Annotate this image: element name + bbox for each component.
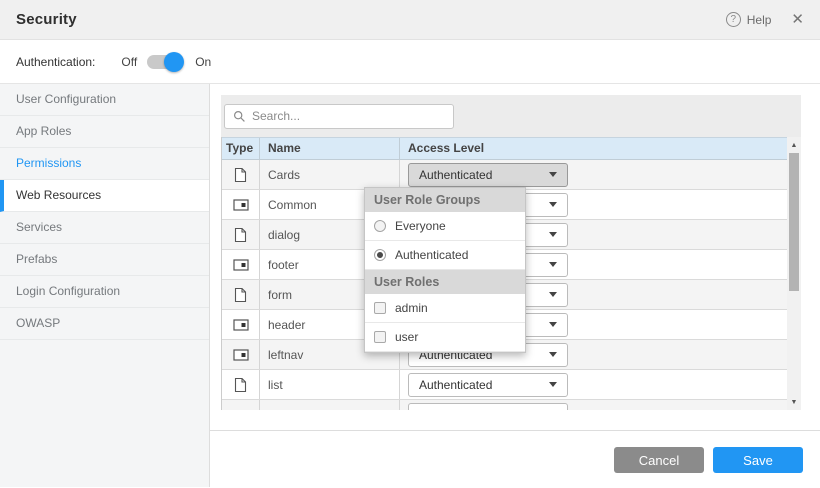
authentication-bar: Authentication: Off On: [0, 40, 820, 84]
sidebar-item-label: User Configuration: [16, 92, 116, 106]
access-level-select[interactable]: [408, 403, 568, 411]
column-header-access-level: Access Level: [400, 138, 787, 159]
sidebar-item-label: Web Resources: [16, 188, 101, 202]
access-level-select[interactable]: Authenticated: [408, 163, 568, 187]
column-header-name: Name: [260, 138, 400, 159]
chevron-down-icon: [549, 172, 557, 177]
scroll-down-button[interactable]: ▼: [787, 395, 801, 409]
question-circle-icon: ?: [726, 12, 741, 27]
sidebar-item-label: OWASP: [16, 316, 60, 330]
partial-page-icon: [233, 349, 249, 361]
resource-name: Cards: [260, 160, 400, 189]
chevron-down-icon: [549, 352, 557, 357]
cancel-button[interactable]: Cancel: [614, 447, 704, 473]
help-button[interactable]: ? Help: [726, 12, 772, 27]
sidebar-item-user-configuration[interactable]: User Configuration: [0, 84, 209, 116]
user-role-option[interactable]: admin: [365, 294, 525, 323]
authentication-toggle[interactable]: [147, 55, 181, 69]
role-options: admin user: [365, 294, 525, 352]
table-header-row: Type Name Access Level: [222, 137, 787, 160]
option-label: Everyone: [395, 219, 446, 233]
table-row: list Authenticated: [222, 370, 787, 400]
toggle-on-label: On: [195, 55, 211, 69]
partial-page-icon: [233, 259, 249, 271]
table-row: [222, 400, 787, 410]
checkbox-icon: [374, 331, 386, 343]
option-label: admin: [395, 301, 428, 315]
vertical-scrollbar[interactable]: ▲ ▼: [787, 137, 801, 410]
main-content: Type Name Access Level Cards Authenticat…: [210, 84, 820, 487]
chevron-down-icon: [549, 202, 557, 207]
authentication-label: Authentication:: [16, 55, 95, 69]
title-bar: Security ? Help ✕: [0, 0, 820, 40]
sidebar-item-permissions[interactable]: Permissions: [0, 148, 209, 180]
save-button[interactable]: Save: [713, 447, 803, 473]
footer-buttons: Cancel Save: [614, 447, 803, 473]
role-group-option[interactable]: Everyone: [365, 212, 525, 241]
page-icon: [234, 227, 247, 243]
sidebar-item-label: Prefabs: [16, 252, 57, 266]
sidebar-item-label: App Roles: [16, 124, 71, 138]
page-icon: [234, 167, 247, 183]
content-panel: Type Name Access Level Cards Authenticat…: [221, 95, 801, 410]
chevron-down-icon: [549, 262, 557, 267]
chevron-down-icon: [549, 292, 557, 297]
option-label: user: [395, 330, 418, 344]
scroll-up-button[interactable]: ▲: [787, 138, 801, 152]
access-level-dropdown-popup: User Role Groups Everyone Authenticated …: [364, 187, 526, 353]
footer-divider: [210, 430, 820, 431]
user-role-option[interactable]: user: [365, 323, 525, 352]
sidebar-item-app-roles[interactable]: App Roles: [0, 116, 209, 148]
page-icon: [234, 287, 247, 303]
sidebar-item-label: Services: [16, 220, 62, 234]
group-options: Everyone Authenticated: [365, 212, 525, 270]
access-level-value: Authenticated: [419, 168, 492, 182]
sidebar-item-label: Login Configuration: [16, 284, 120, 298]
page-icon: [234, 377, 247, 393]
chevron-down-icon: [549, 382, 557, 387]
column-header-type: Type: [222, 138, 260, 159]
partial-page-icon: [233, 199, 249, 211]
scrollbar-thumb[interactable]: [789, 153, 799, 291]
help-label: Help: [747, 13, 772, 27]
search-toolbar: [221, 95, 801, 137]
table-row: Cards Authenticated: [222, 160, 787, 190]
search-box[interactable]: [224, 104, 454, 129]
page-title: Security: [16, 11, 77, 28]
sidebar-item-prefabs[interactable]: Prefabs: [0, 244, 209, 276]
sidebar-item-services[interactable]: Services: [0, 212, 209, 244]
sidebar-item-owasp[interactable]: OWASP: [0, 308, 209, 340]
toggle-off-label: Off: [121, 55, 137, 69]
close-icon[interactable]: ✕: [791, 12, 804, 27]
sidebar: User Configuration App Roles Permissions…: [0, 84, 210, 487]
option-label: Authenticated: [395, 248, 468, 262]
access-level-value: Authenticated: [419, 378, 492, 392]
chevron-down-icon: [549, 232, 557, 237]
user-role-groups-header: User Role Groups: [365, 188, 525, 212]
sidebar-item-label: Permissions: [16, 156, 81, 170]
chevron-down-icon: [549, 322, 557, 327]
toggle-knob: [164, 52, 184, 72]
page-body: User Configuration App Roles Permissions…: [0, 84, 820, 487]
partial-page-icon: [233, 319, 249, 331]
sidebar-item-web-resources[interactable]: Web Resources: [0, 180, 209, 212]
access-level-select[interactable]: Authenticated: [408, 373, 568, 397]
radio-icon: [374, 220, 386, 232]
role-group-option[interactable]: Authenticated: [365, 241, 525, 270]
resource-name: list: [260, 370, 400, 399]
resource-name: [260, 400, 400, 410]
user-roles-header: User Roles: [365, 270, 525, 294]
radio-icon: [374, 249, 386, 261]
magnifier-icon: [233, 110, 246, 123]
sidebar-item-login-configuration[interactable]: Login Configuration: [0, 276, 209, 308]
checkbox-icon: [374, 302, 386, 314]
search-input[interactable]: [252, 109, 445, 123]
